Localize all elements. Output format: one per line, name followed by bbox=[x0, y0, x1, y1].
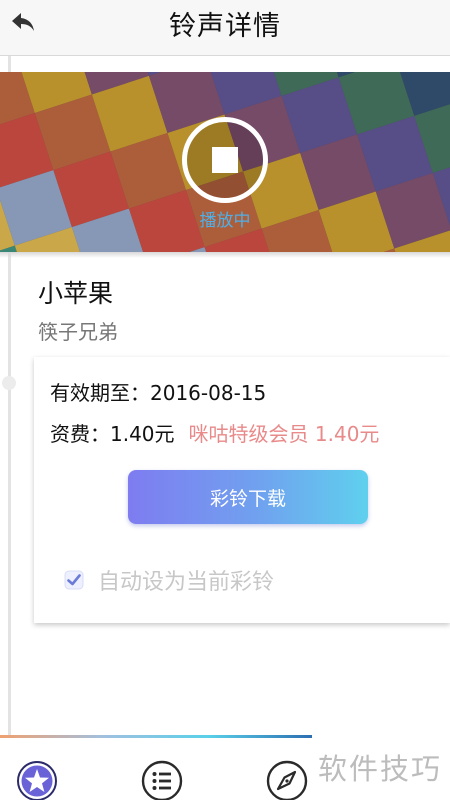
expiry-date: 2016-08-15 bbox=[150, 381, 267, 405]
site-watermark: 软件技巧 bbox=[318, 752, 443, 786]
expiry-row: 有效期至：2016-08-15 bbox=[50, 377, 266, 406]
playing-status: 播放中 bbox=[199, 211, 251, 231]
auto-set-checkbox[interactable]: 自动设为当前彩铃 bbox=[64, 564, 274, 596]
star-icon[interactable] bbox=[16, 760, 58, 800]
page-title: 铃声详情 bbox=[169, 11, 281, 42]
expiry-label: 有效期至： bbox=[50, 381, 150, 405]
list-icon[interactable] bbox=[141, 760, 183, 800]
timeline-dot bbox=[2, 376, 16, 390]
fee-price: 1.40元 bbox=[110, 422, 175, 446]
auto-set-label: 自动设为当前彩铃 bbox=[98, 570, 275, 595]
stop-button[interactable] bbox=[182, 117, 268, 203]
banner-shadow bbox=[0, 252, 450, 258]
nav-bar: 铃声详情 bbox=[0, 0, 450, 56]
compass-icon[interactable] bbox=[266, 760, 308, 800]
player-banner[interactable]: Migu Ring 播放中 bbox=[0, 72, 450, 252]
artist-name: 筷子兄弟 bbox=[38, 320, 118, 344]
details-card: 有效期至：2016-08-15 资费：1.40元 咪咕特级会员 1.40元 彩铃下… bbox=[34, 357, 450, 623]
checkmark-icon bbox=[64, 570, 84, 590]
banner-watermark: Migu Ring bbox=[0, 242, 374, 252]
fee-row: 资费：1.40元 咪咕特级会员 1.40元 bbox=[50, 418, 379, 447]
member-price: 咪咕特级会员 1.40元 bbox=[188, 422, 380, 446]
song-title: 小苹果 bbox=[38, 279, 114, 308]
stop-icon bbox=[212, 147, 238, 173]
fee-label: 资费： bbox=[50, 422, 110, 446]
download-button[interactable]: 彩铃下载 bbox=[128, 470, 368, 524]
